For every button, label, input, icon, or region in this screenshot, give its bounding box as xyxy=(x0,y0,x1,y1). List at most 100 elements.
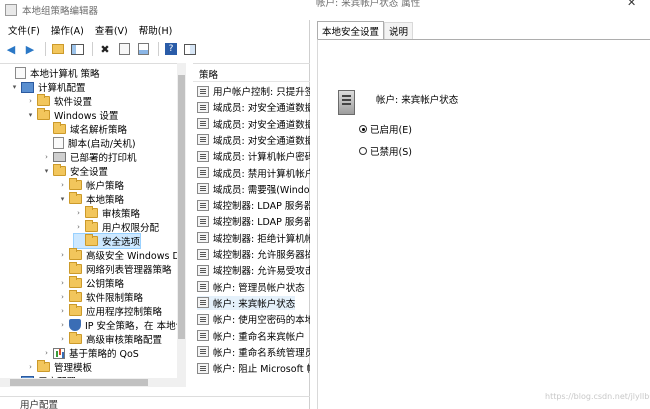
tab-explain[interactable]: 说明 xyxy=(384,22,414,39)
policy-row[interactable]: 用户帐户控制: 只提升签 xyxy=(197,84,310,98)
up-folder-icon[interactable] xyxy=(50,41,66,57)
policy-row[interactable]: 域成员: 对安全通道数据 xyxy=(197,100,310,114)
tree-item[interactable]: › 软件设置 xyxy=(26,94,92,108)
policy-row[interactable]: 域成员: 计算机帐户密码 xyxy=(197,149,310,163)
tree-item[interactable]: 本地计算机 策略 xyxy=(4,66,100,80)
dialog-tabs: 本地安全设置 说明 xyxy=(317,21,414,39)
policy-row[interactable]: 域控制器: 允许服务器操 xyxy=(197,247,310,261)
tree-item-label: 安全设置 xyxy=(70,167,109,178)
menu-file[interactable]: 文件(F) xyxy=(8,23,40,37)
tree-item[interactable]: › 审核策略 xyxy=(74,206,140,220)
tree-scrollbar-thumb[interactable] xyxy=(178,75,185,339)
back-arrow-icon[interactable]: ◀ xyxy=(3,41,19,57)
tree-item[interactable]: › 管理模板 xyxy=(26,360,92,374)
help-icon[interactable]: ? xyxy=(163,41,179,57)
collapsed-chevron-icon[interactable]: › xyxy=(58,293,67,301)
hscroll-thumb[interactable] xyxy=(10,379,148,386)
extended-view-icon[interactable] xyxy=(182,41,198,57)
expanded-chevron-icon[interactable]: ▾ xyxy=(58,195,67,203)
folder-icon xyxy=(69,262,82,274)
expanded-chevron-icon[interactable]: ▾ xyxy=(10,83,19,91)
policy-row[interactable]: 域成员: 禁用计算机帐户 xyxy=(197,166,310,180)
forward-arrow-icon[interactable]: ▶ xyxy=(22,41,38,57)
expanded-chevron-icon[interactable]: ▾ xyxy=(26,111,35,119)
collapsed-chevron-icon[interactable]: › xyxy=(42,153,51,161)
folder-icon xyxy=(69,276,82,288)
tree-item[interactable]: 域名解析策略 xyxy=(42,122,127,136)
title-bar[interactable]: 本地组策略编辑器 xyxy=(0,0,310,20)
policy-row[interactable]: 域成员: 对安全通道数据 xyxy=(197,117,310,131)
tree-item[interactable]: › 已部署的打印机 xyxy=(42,150,137,164)
collapsed-chevron-icon[interactable]: › xyxy=(58,321,67,329)
policy-row[interactable]: 帐户: 重命名来宾帐户 xyxy=(197,329,305,343)
collapsed-chevron-icon[interactable]: › xyxy=(74,223,83,231)
collapsed-chevron-icon[interactable]: › xyxy=(26,97,35,105)
tree-horizontal-scrollbar[interactable] xyxy=(0,378,186,387)
expanded-chevron-icon[interactable]: ▾ xyxy=(42,167,51,175)
tree-item[interactable]: ▾ 计算机配置 xyxy=(10,80,86,94)
export-icon[interactable] xyxy=(135,41,151,57)
folder-icon xyxy=(37,94,50,106)
policy-row[interactable]: 域成员: 对安全通道数据 xyxy=(197,133,310,147)
tree-item[interactable]: 安全选项 xyxy=(72,233,142,249)
tree-vertical-scrollbar[interactable] xyxy=(177,63,186,379)
tree-item[interactable]: › 帐户策略 xyxy=(58,178,124,192)
properties-icon[interactable] xyxy=(116,41,132,57)
menu-action[interactable]: 操作(A) xyxy=(51,23,84,37)
policy-row[interactable]: 域控制器: 拒绝计算机帐户 xyxy=(197,231,310,245)
collapsed-chevron-icon[interactable]: › xyxy=(74,209,83,217)
policy-name-label: 帐户: 来宾帐户状态 xyxy=(376,95,459,106)
enabled-radio[interactable]: 已启用(E) xyxy=(359,122,412,136)
tree-item[interactable]: › 基于策略的 QoS xyxy=(42,346,139,360)
policy-row[interactable]: 域控制器: LDAP 服务器签 xyxy=(197,198,310,212)
tree-item[interactable]: › 公钥策略 xyxy=(58,276,124,290)
policy-row[interactable]: 域控制器: LDAP 服务器通 xyxy=(197,214,310,228)
tree-item-label: IP 安全策略，在 本地计 xyxy=(85,321,177,332)
policy-row[interactable]: 帐户: 阻止 Microsoft 帐户 xyxy=(197,361,310,375)
tree-item[interactable]: › 高级审核策略配置 xyxy=(58,332,162,346)
collapsed-chevron-icon[interactable]: › xyxy=(42,349,51,357)
delete-icon[interactable]: ✖ xyxy=(97,41,113,57)
disabled-radio[interactable]: 已禁用(S) xyxy=(359,144,412,158)
watermark: https://blog.csdn.net/jlyllbug xyxy=(545,392,650,401)
show-hide-tree-icon[interactable] xyxy=(69,41,85,57)
tree-item[interactable]: › 用户权限分配 xyxy=(74,220,159,234)
menu-view[interactable]: 查看(V) xyxy=(95,23,128,37)
policy-row[interactable]: 帐户: 使用空密码的本地 xyxy=(197,312,310,326)
policy-row[interactable]: 域控制器: 允许易受攻击 xyxy=(197,263,310,277)
tree-item[interactable]: › 软件限制策略 xyxy=(58,290,143,304)
tree-item[interactable]: ▾ Windows 设置 xyxy=(26,108,118,122)
collapsed-chevron-icon[interactable]: › xyxy=(58,335,67,343)
tree-item[interactable]: › 应用程序控制策略 xyxy=(58,304,162,318)
tree-item-label: 已部署的打印机 xyxy=(70,153,137,164)
tree-item[interactable]: 网络列表管理器策略 xyxy=(58,262,172,276)
folder-icon xyxy=(85,220,98,232)
tree-item-label: 域名解析策略 xyxy=(70,125,128,136)
policy-row[interactable]: 帐户: 管理员帐户状态 xyxy=(197,280,305,294)
ip-security-icon xyxy=(69,319,81,331)
policy-row[interactable]: 帐户: 重命名系统管理员 xyxy=(197,345,310,359)
policy-column-header[interactable]: 策略 xyxy=(193,66,310,82)
policy-name: 帐户: 重命名系统管理员 xyxy=(213,347,310,359)
tree-item[interactable]: › 高级安全 Windows Defe xyxy=(58,248,177,262)
tab-local-security-setting[interactable]: 本地安全设置 xyxy=(317,21,385,39)
qos-chart-icon xyxy=(53,347,65,359)
collapsed-chevron-icon[interactable]: › xyxy=(58,307,67,315)
toolbar-separator xyxy=(92,42,93,56)
collapsed-chevron-icon[interactable]: › xyxy=(26,363,35,371)
policy-setting-icon xyxy=(197,101,209,113)
policy-row[interactable]: 域成员: 需要强(Window xyxy=(197,182,310,196)
menu-help[interactable]: 帮助(H) xyxy=(139,23,173,37)
collapsed-chevron-icon[interactable]: › xyxy=(58,251,67,259)
window-title: 本地组策略编辑器 xyxy=(22,6,99,17)
policy-setting-icon xyxy=(197,232,209,244)
tree-item[interactable]: 脚本(启动/关机) xyxy=(42,136,136,150)
tree-item[interactable]: › IP 安全策略，在 本地计 xyxy=(58,318,177,332)
close-icon[interactable]: ✕ xyxy=(627,0,636,9)
tree-item[interactable]: ▾ 安全设置 xyxy=(42,164,108,178)
collapsed-chevron-icon[interactable]: › xyxy=(58,181,67,189)
collapsed-chevron-icon[interactable]: › xyxy=(58,279,67,287)
tree-item[interactable]: ▾ 本地策略 xyxy=(58,192,124,206)
toolbar-separator xyxy=(45,42,46,56)
policy-row[interactable]: 帐户: 来宾帐户状态 xyxy=(197,295,296,310)
